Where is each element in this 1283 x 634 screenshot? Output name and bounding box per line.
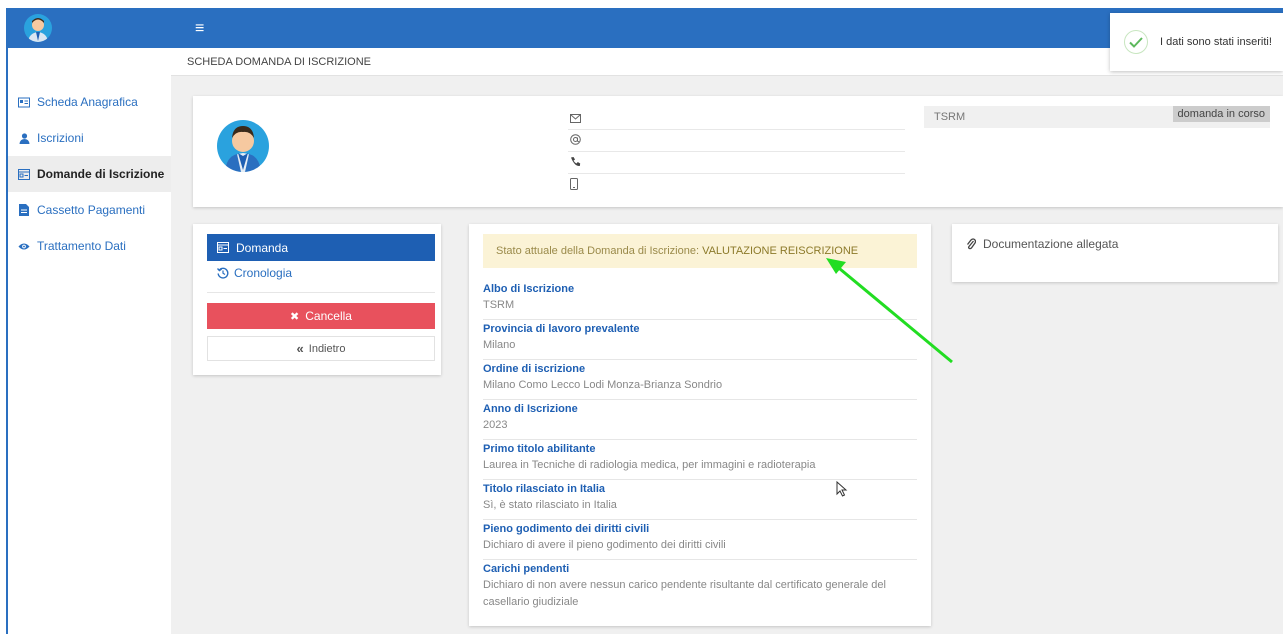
document-icon	[18, 204, 30, 216]
field-value: Sì, è stato rilasciato in Italia	[483, 499, 617, 511]
field-label: Carichi pendenti	[483, 563, 570, 575]
albo-status-bar: TSRM domanda in corso	[924, 106, 1270, 128]
mouse-cursor-icon	[836, 480, 848, 500]
field-value: TSRM	[483, 299, 515, 311]
field-label: Primo titolo abilitante	[483, 443, 596, 455]
sidebar-logo	[6, 8, 171, 48]
indietro-button[interactable]: « Indietro	[207, 336, 435, 361]
window-edge	[6, 8, 8, 634]
phone-icon	[570, 156, 581, 170]
albo-name: TSRM	[934, 111, 966, 123]
contact-row-email	[568, 108, 905, 130]
field-value: Dichiaro di avere il pieno godimento dei…	[483, 539, 726, 551]
profile-card: TSRM domanda in corso	[193, 96, 1283, 207]
state-value: VALUTAZIONE REISCRIZIONE	[702, 245, 859, 257]
field-anno: Anno di Iscrizione 2023	[483, 400, 917, 440]
contact-list	[568, 108, 905, 196]
contact-row-phone	[568, 152, 905, 174]
app-frame: Scheda Anagrafica Iscrizioni Domande di …	[6, 8, 1283, 634]
field-label: Ordine di iscrizione	[483, 363, 586, 375]
sidebar-item-iscrizioni[interactable]: Iscrizioni	[6, 120, 171, 156]
paperclip-icon	[966, 238, 976, 250]
history-icon	[217, 267, 229, 279]
sidebar-nav: Scheda Anagrafica Iscrizioni Domande di …	[6, 84, 171, 264]
eye-icon	[18, 240, 30, 252]
cancella-button[interactable]: ✖ Cancella	[207, 303, 435, 329]
field-carichi-pendenti: Carichi pendenti Dichiaro di non avere n…	[483, 560, 917, 615]
profile-avatar	[217, 120, 269, 172]
sidebar-item-label: Domande di Iscrizione	[37, 167, 165, 181]
double-chevron-left-icon: «	[296, 341, 304, 356]
field-label: Anno di Iscrizione	[483, 403, 578, 415]
sidebar: Scheda Anagrafica Iscrizioni Domande di …	[6, 8, 171, 634]
cancella-label: Cancella	[305, 309, 352, 323]
attachments-link[interactable]: Documentazione allegata	[966, 237, 1118, 251]
hamburger-menu-icon[interactable]: ≡	[195, 20, 204, 38]
state-banner: Stato attuale della Domanda di Iscrizion…	[483, 234, 917, 268]
success-toast[interactable]: I dati sono stati inseriti!	[1110, 13, 1283, 71]
field-value: Milano	[483, 339, 516, 351]
field-list: Albo di Iscrizione TSRM Provincia di lav…	[483, 280, 917, 615]
cronologia-label: Cronologia	[234, 266, 293, 280]
field-value: Milano Como Lecco Lodi Monza-Brianza Son…	[483, 379, 723, 391]
sidebar-item-scheda-anagrafica[interactable]: Scheda Anagrafica	[6, 84, 171, 120]
attachments-card: Documentazione allegata	[952, 224, 1278, 282]
mobile-icon	[570, 177, 578, 193]
form-icon	[217, 242, 229, 253]
close-icon: ✖	[290, 310, 300, 323]
sidebar-item-label: Trattamento Dati	[37, 239, 126, 253]
field-provincia: Provincia di lavoro prevalente Milano	[483, 320, 917, 360]
state-prefix: Stato attuale della Domanda di Iscrizion…	[496, 245, 703, 257]
application-menu-card: Domanda Cronologia ✖ Cancella « Indietro	[193, 224, 441, 375]
sidebar-item-label: Cassetto Pagamenti	[37, 203, 146, 217]
envelope-icon	[570, 112, 581, 126]
field-label: Pieno godimento dei diritti civili	[483, 523, 650, 535]
sidebar-item-cassetto-pagamenti[interactable]: Cassetto Pagamenti	[6, 192, 171, 228]
field-label: Albo di Iscrizione	[483, 283, 575, 295]
at-icon	[570, 133, 581, 148]
form-icon	[18, 168, 30, 180]
status-badge: domanda in corso	[1172, 106, 1270, 122]
user-icon	[18, 132, 30, 144]
domanda-label: Domanda	[236, 240, 289, 255]
field-diritti-civili: Pieno godimento dei diritti civili Dichi…	[483, 520, 917, 560]
avatar	[24, 14, 52, 42]
cronologia-link[interactable]: Cronologia	[217, 266, 292, 280]
toast-message: I dati sono stati inseriti!	[1160, 36, 1272, 48]
field-label: Provincia di lavoro prevalente	[483, 323, 640, 335]
sidebar-item-label: Scheda Anagrafica	[37, 95, 138, 109]
field-titolo-italia: Titolo rilasciato in Italia Sì, è stato …	[483, 480, 917, 520]
menu-divider	[207, 292, 435, 293]
application-detail-card: Stato attuale della Domanda di Iscrizion…	[469, 224, 931, 626]
id-card-icon	[18, 96, 30, 108]
attachments-label: Documentazione allegata	[983, 237, 1119, 251]
check-icon	[1124, 30, 1148, 54]
domanda-button[interactable]: Domanda	[207, 234, 435, 261]
indietro-label: Indietro	[308, 342, 346, 355]
field-label: Titolo rilasciato in Italia	[483, 483, 606, 495]
field-titolo: Primo titolo abilitante Laurea in Tecnic…	[483, 440, 917, 480]
field-value: 2023	[483, 419, 508, 431]
field-ordine: Ordine di iscrizione Milano Como Lecco L…	[483, 360, 917, 400]
field-value: Dichiaro di non avere nessun carico pend…	[483, 579, 886, 608]
sidebar-item-label: Iscrizioni	[37, 131, 84, 145]
sidebar-item-domande-di-iscrizione[interactable]: Domande di Iscrizione	[6, 156, 171, 192]
sidebar-item-trattamento-dati[interactable]: Trattamento Dati	[6, 228, 171, 264]
contact-row-mobile	[568, 174, 905, 196]
field-value: Laurea in Tecniche di radiologia medica,…	[483, 459, 816, 471]
field-albo: Albo di Iscrizione TSRM	[483, 280, 917, 320]
contact-row-pec	[568, 130, 905, 152]
